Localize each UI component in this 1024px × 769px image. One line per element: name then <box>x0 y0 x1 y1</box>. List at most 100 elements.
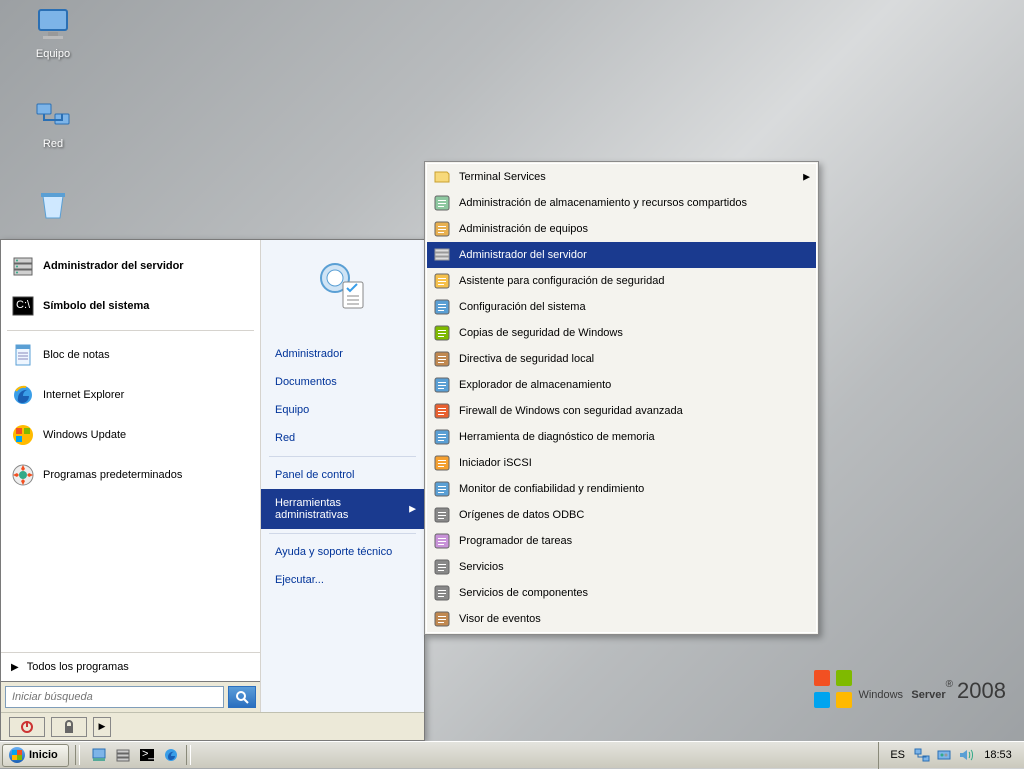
security-config-wizard-icon <box>433 272 451 290</box>
computer-mgmt-icon <box>433 220 451 238</box>
admin-tools-submenu: Terminal Services▶Administración de alma… <box>424 161 819 635</box>
power-icon <box>20 720 34 734</box>
start-search-bar <box>1 681 260 712</box>
submenu-item-services[interactable]: Servicios <box>427 554 816 580</box>
desktop-icon-recycle-bin[interactable] <box>18 184 88 228</box>
local-sec-policy-icon <box>433 350 451 368</box>
tray-network-activity-icon[interactable] <box>936 747 952 763</box>
pinned-label: Internet Explorer <box>43 389 124 401</box>
submenu-item-reliability-perf[interactable]: Monitor de confiabilidad y rendimiento <box>427 476 816 502</box>
submenu-item-label: Administrador del servidor <box>459 249 587 261</box>
os-brand-text: Windows Server®2008 <box>858 672 1006 706</box>
submenu-item-event-viewer[interactable]: Visor de eventos <box>427 606 816 632</box>
submenu-item-terminal-services[interactable]: Terminal Services▶ <box>427 164 816 190</box>
svg-text:>_: >_ <box>142 748 155 760</box>
submenu-item-computer-mgmt[interactable]: Administración de equipos <box>427 216 816 242</box>
event-viewer-icon <box>433 610 451 628</box>
all-programs[interactable]: ▶ Todos los programas <box>1 652 260 681</box>
lock-button[interactable] <box>51 717 87 737</box>
submenu-item-server-manager[interactable]: Administrador del servidor <box>427 242 816 268</box>
desktop-icon-label: Red <box>43 138 63 150</box>
submenu-item-windows-firewall-adv[interactable]: Firewall de Windows con seguridad avanza… <box>427 398 816 424</box>
submenu-item-label: Administración de equipos <box>459 223 588 235</box>
taskbar: Inicio >_ ES 18:53 <box>0 741 1024 768</box>
quick-launch-internet-explorer[interactable] <box>160 744 182 766</box>
start-search-input[interactable] <box>5 686 224 708</box>
tray-volume-icon[interactable] <box>958 747 974 763</box>
submenu-arrow-icon: ▶ <box>409 504 416 515</box>
pinned-label: Programas predeterminados <box>43 469 182 481</box>
desktop-icon-label: Equipo <box>36 48 70 60</box>
submenu-item-component-services[interactable]: Servicios de componentes <box>427 580 816 606</box>
start-menu-right-pane: Administrador Documentos Equipo Red Pane… <box>261 240 424 712</box>
separator <box>269 456 416 457</box>
server-manager-icon <box>11 254 35 278</box>
recycle-bin-icon <box>33 184 73 224</box>
windows-firewall-adv-icon <box>433 402 451 420</box>
command-prompt-icon: C:\ <box>11 294 35 318</box>
submenu-item-label: Firewall de Windows con seguridad avanza… <box>459 405 683 417</box>
taskbar-separator <box>186 745 191 765</box>
submenu-item-system-config[interactable]: Configuración del sistema <box>427 294 816 320</box>
tray-network-icon[interactable] <box>914 747 930 763</box>
right-admin-tools[interactable]: Herramientas administrativas ▶ <box>261 489 424 529</box>
submenu-item-label: Monitor de confiabilidad y rendimiento <box>459 483 644 495</box>
language-indicator[interactable]: ES <box>887 749 908 761</box>
notepad-icon <box>11 343 35 367</box>
right-run[interactable]: Ejecutar... <box>261 566 424 594</box>
pinned-label: Administrador del servidor <box>43 260 184 272</box>
services-icon <box>433 558 451 576</box>
pinned-label: Símbolo del sistema <box>43 300 149 312</box>
start-menu: Administrador del servidor C:\ Símbolo d… <box>0 239 425 741</box>
start-button[interactable]: Inicio <box>2 744 69 767</box>
pinned-notepad[interactable]: Bloc de notas <box>5 335 256 375</box>
command-prompt-icon: >_ <box>139 747 155 763</box>
system-tray: ES 18:53 <box>878 742 1024 769</box>
desktop-icon-network[interactable]: Red <box>18 94 88 150</box>
shutdown-menu-button[interactable]: ▶ <box>93 717 111 737</box>
quick-launch-show-desktop[interactable] <box>88 744 110 766</box>
right-computer[interactable]: Equipo <box>261 396 424 424</box>
submenu-item-security-config-wizard[interactable]: Asistente para configuración de segurida… <box>427 268 816 294</box>
power-button[interactable] <box>9 717 45 737</box>
chevron-right-icon: ▶ <box>99 721 106 732</box>
start-menu-footer: ▶ <box>1 712 424 740</box>
right-user[interactable]: Administrador <box>261 340 424 368</box>
submenu-item-storage-explorer[interactable]: Explorador de almacenamiento <box>427 372 816 398</box>
submenu-item-label: Programador de tareas <box>459 535 572 547</box>
quick-launch: >_ <box>88 744 182 766</box>
terminal-services-icon <box>433 168 451 186</box>
right-documents[interactable]: Documentos <box>261 368 424 396</box>
right-help[interactable]: Ayuda y soporte técnico <box>261 538 424 566</box>
submenu-item-task-scheduler[interactable]: Programador de tareas <box>427 528 816 554</box>
submenu-item-iscsi-initiator[interactable]: Iniciador iSCSI <box>427 450 816 476</box>
pinned-internet-explorer[interactable]: Internet Explorer <box>5 375 256 415</box>
pinned-label: Windows Update <box>43 429 126 441</box>
show-desktop-icon <box>91 747 107 763</box>
pinned-command-prompt[interactable]: C:\ Símbolo del sistema <box>5 286 256 326</box>
start-orb-icon <box>9 747 25 763</box>
pinned-windows-update[interactable]: Windows Update <box>5 415 256 455</box>
submenu-item-label: Directiva de seguridad local <box>459 353 594 365</box>
internet-explorer-icon <box>163 747 179 763</box>
submenu-item-odbc-sources[interactable]: Orígenes de datos ODBC <box>427 502 816 528</box>
iscsi-initiator-icon <box>433 454 451 472</box>
all-programs-label: Todos los programas <box>27 661 129 673</box>
pinned-server-manager[interactable]: Administrador del servidor <box>5 246 256 286</box>
windows-backup-icon <box>433 324 451 342</box>
taskbar-separator <box>75 745 80 765</box>
quick-launch-server-manager[interactable] <box>112 744 134 766</box>
start-search-button[interactable] <box>228 686 256 708</box>
submenu-item-memory-diag[interactable]: Herramienta de diagnóstico de memoria <box>427 424 816 450</box>
quick-launch-command-prompt[interactable]: >_ <box>136 744 158 766</box>
submenu-item-label: Servicios de componentes <box>459 587 588 599</box>
right-control-panel[interactable]: Panel de control <box>261 461 424 489</box>
right-network[interactable]: Red <box>261 424 424 452</box>
submenu-item-windows-backup[interactable]: Copias de seguridad de Windows <box>427 320 816 346</box>
pinned-default-programs[interactable]: Programas predeterminados <box>5 455 256 495</box>
desktop-icon-computer[interactable]: Equipo <box>18 4 88 60</box>
submenu-item-storage-share-mgmt[interactable]: Administración de almacenamiento y recur… <box>427 190 816 216</box>
system-config-icon <box>433 298 451 316</box>
submenu-item-local-sec-policy[interactable]: Directiva de seguridad local <box>427 346 816 372</box>
tray-clock[interactable]: 18:53 <box>980 749 1016 761</box>
